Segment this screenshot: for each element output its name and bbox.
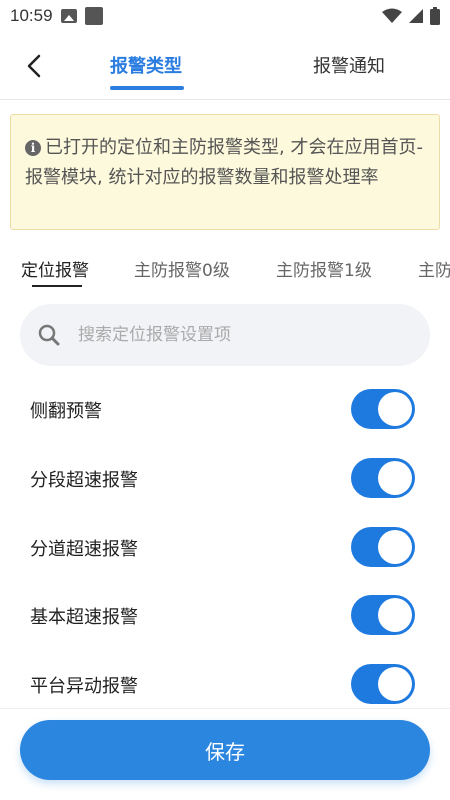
search-box[interactable] xyxy=(20,304,430,366)
status-time: 10:59 xyxy=(10,6,53,25)
tab-active-indicator xyxy=(110,86,184,90)
image-notification-icon xyxy=(60,9,77,23)
subtab-active-defense-level0[interactable]: 主防报警0级 xyxy=(134,256,230,281)
tab-alarm-type[interactable]: 报警类型 xyxy=(110,52,182,78)
signal-icon xyxy=(409,9,423,23)
alarm-row: 分段超速报警 xyxy=(0,443,450,512)
alarm-toggle-rollover[interactable] xyxy=(351,389,415,429)
toggle-knob xyxy=(378,461,412,495)
alarm-row: 侧翻预警 xyxy=(0,374,450,443)
top-nav: 报警类型 报警通知 xyxy=(0,32,450,100)
info-notice: i 已打开的定位和主防报警类型, 才会在应用首页-报警模块, 统计对应的报警数量和… xyxy=(10,114,440,230)
battery-icon xyxy=(430,7,440,25)
alarm-label: 分段超速报警 xyxy=(30,470,138,491)
alarm-label: 平台异动报警 xyxy=(30,676,138,697)
save-button[interactable]: 保存 xyxy=(20,720,430,780)
alarm-row: 分道超速报警 xyxy=(0,512,450,581)
wifi-icon xyxy=(382,8,402,23)
search-icon xyxy=(38,324,60,346)
toggle-knob xyxy=(378,667,412,701)
subtab-active-indicator xyxy=(32,285,82,287)
back-button[interactable] xyxy=(18,50,50,82)
subtab-active-defense-level1[interactable]: 主防报警1级 xyxy=(276,256,372,281)
alarm-toggle-basic-speeding[interactable] xyxy=(351,595,415,635)
alarm-label: 侧翻预警 xyxy=(30,401,102,422)
notice-text: 已打开的定位和主防报警类型, 才会在应用首页-报警模块, 统计对应的报警数量和报… xyxy=(25,137,423,188)
chevron-left-icon xyxy=(27,54,41,78)
search-input[interactable] xyxy=(78,325,398,345)
alarm-toggle-lane-speeding[interactable] xyxy=(351,527,415,567)
toggle-knob xyxy=(378,530,412,564)
alarm-label: 分道超速报警 xyxy=(30,539,138,560)
info-icon: i xyxy=(25,140,41,156)
app-notification-icon xyxy=(84,7,103,25)
alarm-toggle-segment-speeding[interactable] xyxy=(351,458,415,498)
alarm-toggle-platform-anomaly[interactable] xyxy=(351,664,415,704)
tab-alarm-notification[interactable]: 报警通知 xyxy=(313,52,385,78)
subtab-active-defense-more[interactable]: 主防 xyxy=(418,256,450,281)
alarm-row: 基本超速报警 xyxy=(0,580,450,649)
toggle-knob xyxy=(378,598,412,632)
alarm-label: 基本超速报警 xyxy=(30,607,138,628)
status-bar: 10:59 xyxy=(0,0,450,32)
alarm-category-tabs: 定位报警 主防报警0级 主防报警1级 主防 xyxy=(0,252,450,292)
subtab-location-alarm[interactable]: 定位报警 xyxy=(21,256,89,281)
toggle-knob xyxy=(378,392,412,426)
